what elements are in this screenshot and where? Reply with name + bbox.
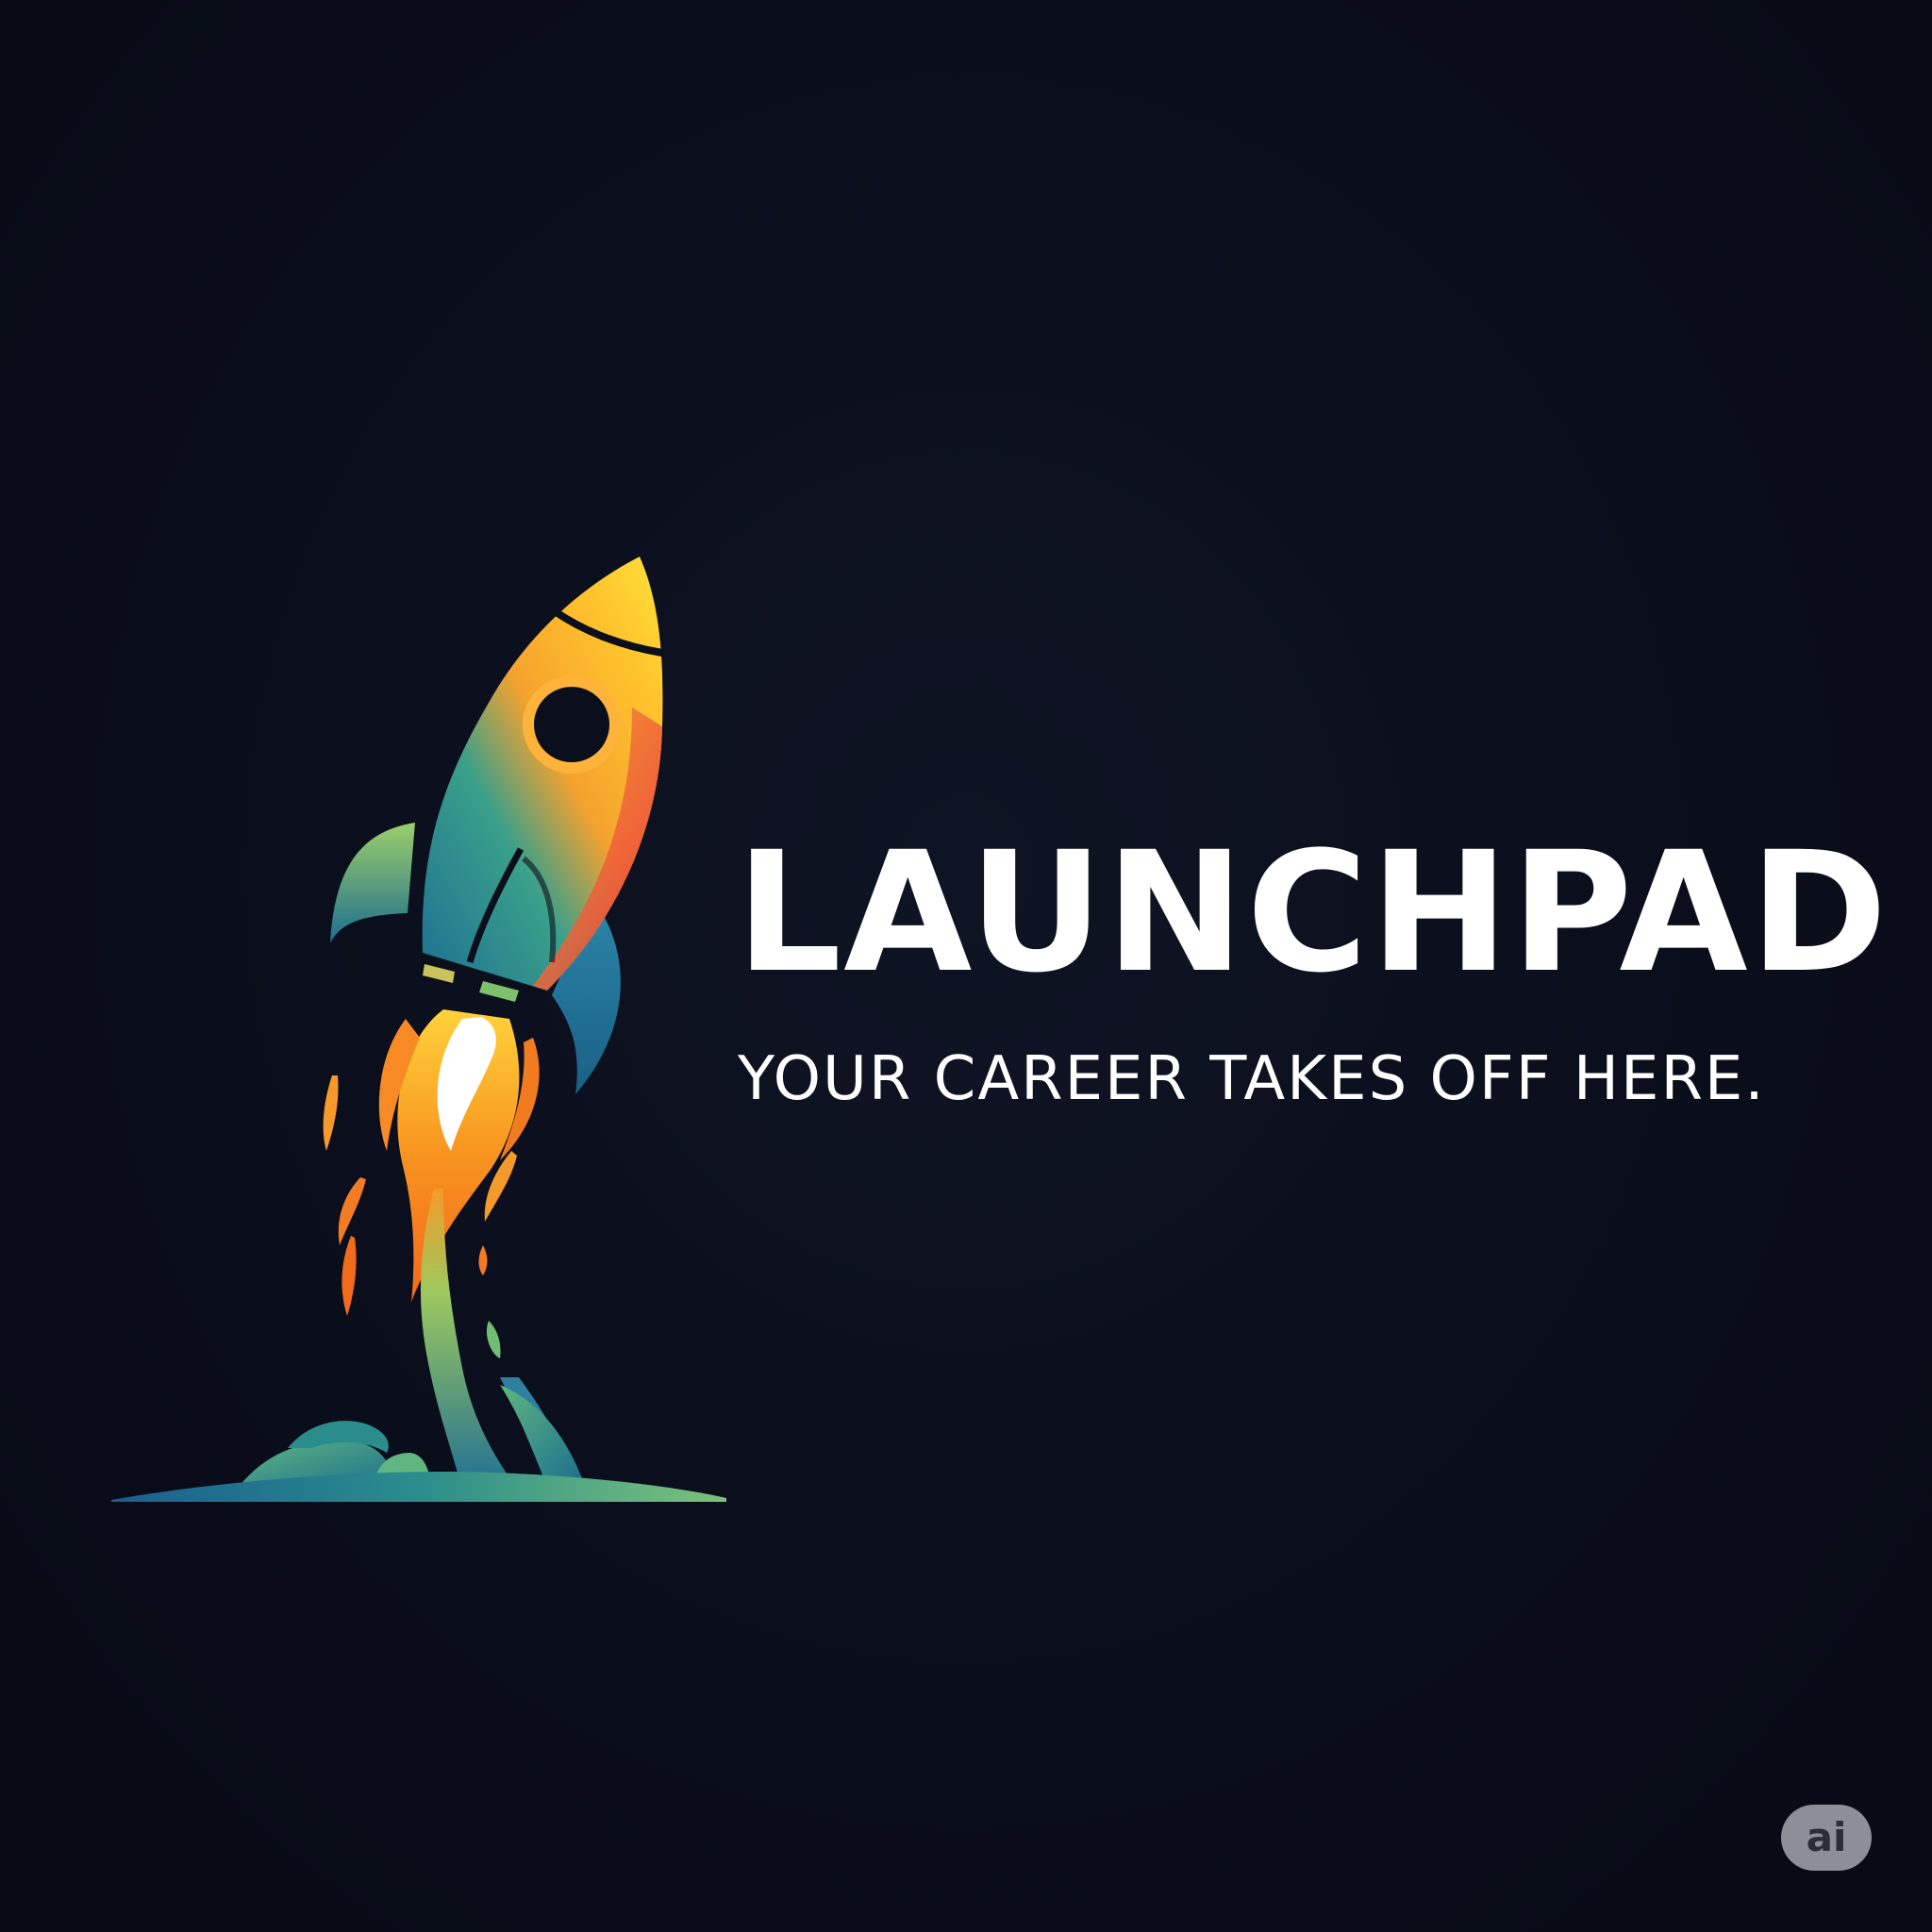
brand-tagline: YOUR CAREER TAKES OFF HERE. bbox=[738, 1044, 1766, 1114]
logo-canvas: LAUNCHPAD YOUR CAREER TAKES OFF HERE. ai bbox=[0, 0, 1932, 1932]
rocket-icon bbox=[111, 557, 726, 1502]
brand-name: LAUNCHPAD bbox=[736, 816, 1890, 1009]
ai-badge: ai bbox=[1781, 1805, 1872, 1871]
